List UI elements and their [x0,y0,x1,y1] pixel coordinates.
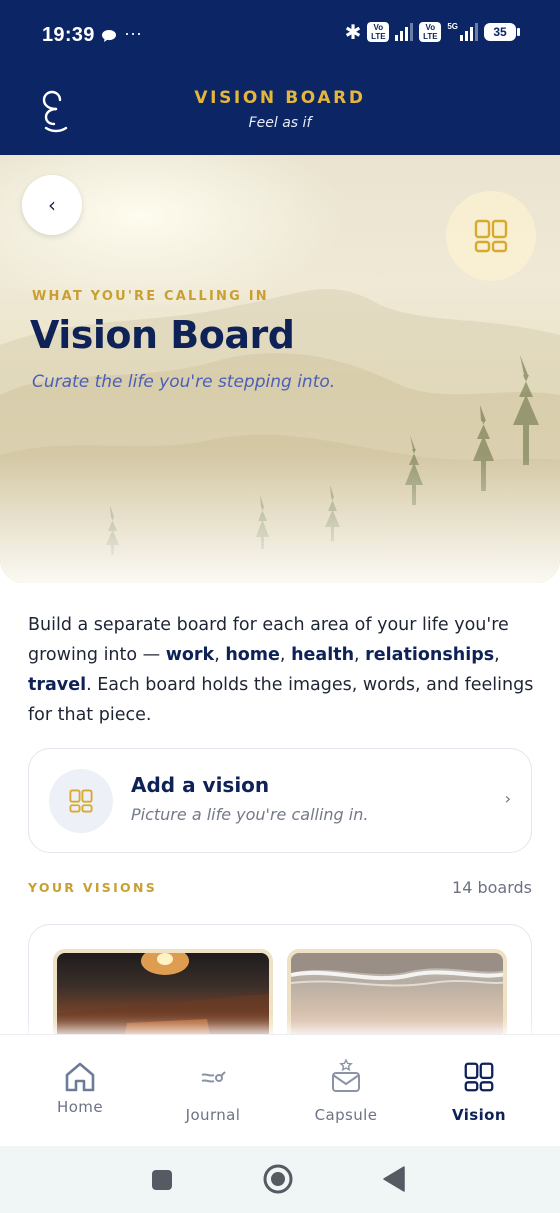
intro-keyword-home: home [225,645,280,665]
nav-item-home[interactable]: Home [10,1035,150,1147]
chat-bubble-icon [102,30,116,42]
back-triangle-icon[interactable] [383,1166,405,1192]
home-circle-icon[interactable] [262,1163,294,1195]
home-icon [60,1057,100,1097]
intro-keyword-relationships: relationships [365,645,495,665]
grid-layout-icon [474,219,508,253]
intro-text-2: . Each board holds the images, words, an… [28,675,534,725]
nav-label-capsule: Capsule [314,1106,378,1124]
nav-label-journal: Journal [185,1106,241,1124]
status-bar: 19:39 ··· ✱ Vo LTE Vo LTE 5G 35 [0,0,560,72]
status-more-dots: ··· [124,23,142,43]
bluetooth-icon: ✱ [344,20,362,44]
page-title: Vision Board [30,313,295,357]
add-vision-title: Add a vision [131,773,270,797]
add-vision-card[interactable]: Add a vision Picture a life you're calli… [28,748,532,853]
header-title: VISION BOARD [194,88,366,108]
intro-sep-2: , [279,645,292,665]
grid-layout-icon [69,789,93,813]
status-right-icons: ✱ Vo LTE Vo LTE 5G 35 [344,20,520,44]
intro-sep-3: , [354,645,366,665]
volte-badge-1: Vo LTE [367,22,390,42]
five-g-badge: 5G [447,21,458,31]
signal-bars-icon-1 [395,23,414,41]
nav-label-vision: Vision [452,1106,506,1124]
nav-item-capsule[interactable]: Capsule [276,1035,416,1147]
nav-item-journal[interactable]: Journal [143,1035,283,1147]
battery-icon: 35 [484,23,520,41]
volte-badge-2: Vo LTE [419,22,442,42]
bottom-nav: Home Journal Capsule Vision [0,1034,560,1146]
add-vision-subtitle: Picture a life you're calling in. [131,805,369,824]
app-header: VISION BOARD Feel as if [0,72,560,155]
intro-sep-1: , [214,645,226,665]
intro-paragraph: Build a separate board for each area of … [28,610,538,730]
chevron-right-icon: › [504,789,511,808]
status-time: 19:39 [42,24,95,46]
nav-label-home: Home [57,1098,103,1116]
recents-icon[interactable] [151,1169,173,1191]
boards-count: 14 boards [452,878,532,897]
intro-keyword-health: health [291,645,355,665]
capsule-icon [326,1057,366,1097]
vision-icon [459,1057,499,1097]
board-layout-button[interactable] [446,191,536,281]
hero-tagline: Curate the life you're stepping into. [32,372,336,392]
system-nav-bar [0,1146,560,1213]
journal-icon [193,1057,233,1097]
header-subtitle: Feel as if [248,115,312,131]
intro-sep-4: , [494,645,500,665]
intro-keyword-work: work [165,645,215,665]
intro-keyword-travel: travel [28,675,87,695]
your-visions-label: YOUR VISIONS [28,880,158,895]
hero-banner: ‹ WHAT YOU'RE CALLING IN Vision Board Cu… [0,155,560,583]
signal-bars-icon-2 [460,23,478,41]
nav-item-vision[interactable]: Vision [409,1035,549,1147]
hero-eyebrow: WHAT YOU'RE CALLING IN [32,289,269,304]
add-vision-icon-wrap [49,769,113,833]
back-button[interactable]: ‹ [22,175,82,235]
